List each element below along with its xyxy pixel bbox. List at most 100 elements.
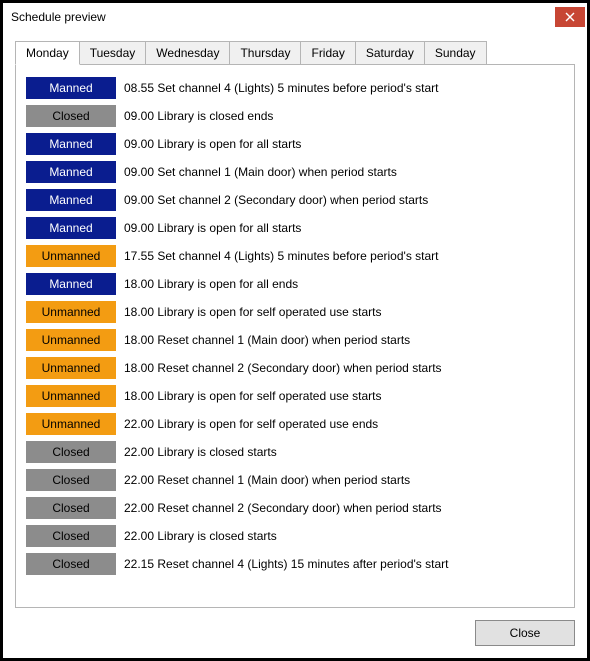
schedule-text: 22.00 Reset channel 1 (Main door) when p… (124, 473, 410, 487)
schedule-text: 18.00 Library is open for self operated … (124, 389, 382, 403)
status-badge: Unmanned (26, 329, 116, 351)
tab-saturday[interactable]: Saturday (355, 41, 425, 64)
status-badge: Closed (26, 441, 116, 463)
schedule-desc: Library is closed starts (157, 445, 276, 459)
schedule-row: Manned 08.55 Set channel 4 (Lights) 5 min… (26, 77, 564, 99)
window: Schedule preview MondayTuesdayWednesdayT… (0, 0, 590, 661)
schedule-text: 09.00 Library is open for all starts (124, 137, 301, 151)
schedule-desc: Set channel 4 (Lights) 5 minutes before … (157, 249, 438, 263)
schedule-time: 18.00 (124, 333, 154, 347)
schedule-desc: Set channel 4 (Lights) 5 minutes before … (157, 81, 438, 95)
content-area: MondayTuesdayWednesdayThursdayFridaySatu… (3, 31, 587, 620)
schedule-row: Manned 09.00 Set channel 1 (Main door) wh… (26, 161, 564, 183)
schedule-row: Unmanned 18.00 Library is open for self o… (26, 385, 564, 407)
status-badge: Closed (26, 553, 116, 575)
schedule-row: Closed 22.00 Library is closed starts (26, 525, 564, 547)
tab-sunday[interactable]: Sunday (424, 41, 487, 64)
schedule-row: Unmanned 17.55 Set channel 4 (Lights) 5 m… (26, 245, 564, 267)
status-badge: Closed (26, 105, 116, 127)
schedule-time: 18.00 (124, 389, 154, 403)
schedule-text: 09.00 Set channel 1 (Main door) when per… (124, 165, 397, 179)
schedule-row: Closed 22.15 Reset channel 4 (Lights) 15 … (26, 553, 564, 575)
tab-thursday[interactable]: Thursday (229, 41, 301, 64)
status-badge: Manned (26, 273, 116, 295)
schedule-row: Unmanned 18.00 Reset channel 2 (Secondary… (26, 357, 564, 379)
schedule-desc: Library is open for self operated use st… (157, 389, 381, 403)
status-badge: Unmanned (26, 245, 116, 267)
schedule-desc: Reset channel 1 (Main door) when period … (157, 333, 410, 347)
schedule-desc: Library is closed starts (157, 529, 276, 543)
schedule-desc: Library is open for all ends (157, 277, 298, 291)
schedule-text: 22.00 Library is open for self operated … (124, 417, 378, 431)
status-badge: Manned (26, 189, 116, 211)
schedule-time: 18.00 (124, 305, 154, 319)
schedule-row: Closed 22.00 Library is closed starts (26, 441, 564, 463)
schedule-text: 22.00 Reset channel 2 (Secondary door) w… (124, 501, 442, 515)
schedule-text: 08.55 Set channel 4 (Lights) 5 minutes b… (124, 81, 438, 95)
schedule-row: Closed 09.00 Library is closed ends (26, 105, 564, 127)
schedule-text: 17.55 Set channel 4 (Lights) 5 minutes b… (124, 249, 438, 263)
schedule-row: Unmanned 18.00 Library is open for self o… (26, 301, 564, 323)
schedule-time: 09.00 (124, 165, 154, 179)
status-badge: Unmanned (26, 301, 116, 323)
schedule-row: Unmanned 18.00 Reset channel 1 (Main door… (26, 329, 564, 351)
status-badge: Closed (26, 497, 116, 519)
status-badge: Manned (26, 133, 116, 155)
schedule-time: 22.15 (124, 557, 154, 571)
status-badge: Manned (26, 77, 116, 99)
schedule-desc: Reset channel 2 (Secondary door) when pe… (157, 501, 441, 515)
schedule-desc: Reset channel 4 (Lights) 15 minutes afte… (157, 557, 448, 571)
schedule-text: 09.00 Library is open for all starts (124, 221, 301, 235)
schedule-time: 17.55 (124, 249, 154, 263)
status-badge: Manned (26, 161, 116, 183)
titlebar: Schedule preview (3, 3, 587, 31)
schedule-desc: Set channel 1 (Main door) when period st… (157, 165, 396, 179)
schedule-row: Unmanned 22.00 Library is open for self o… (26, 413, 564, 435)
schedule-text: 18.00 Library is open for all ends (124, 277, 298, 291)
schedule-desc: Library is open for self operated use st… (157, 305, 381, 319)
window-title: Schedule preview (11, 10, 106, 24)
window-close-button[interactable] (555, 7, 585, 27)
schedule-time: 09.00 (124, 109, 154, 123)
schedule-row: Manned 09.00 Library is open for all star… (26, 217, 564, 239)
schedule-time: 22.00 (124, 473, 154, 487)
schedule-row: Closed 22.00 Reset channel 2 (Secondary d… (26, 497, 564, 519)
schedule-desc: Reset channel 2 (Secondary door) when pe… (157, 361, 441, 375)
schedule-desc: Reset channel 1 (Main door) when period … (157, 473, 410, 487)
schedule-text: 22.15 Reset channel 4 (Lights) 15 minute… (124, 557, 448, 571)
status-badge: Unmanned (26, 413, 116, 435)
schedule-text: 22.00 Library is closed starts (124, 529, 277, 543)
schedule-time: 09.00 (124, 221, 154, 235)
schedule-time: 09.00 (124, 137, 154, 151)
schedule-time: 22.00 (124, 445, 154, 459)
footer: Close (3, 620, 587, 658)
schedule-text: 18.00 Library is open for self operated … (124, 305, 382, 319)
status-badge: Manned (26, 217, 116, 239)
tab-friday[interactable]: Friday (300, 41, 355, 64)
schedule-time: 22.00 (124, 501, 154, 515)
status-badge: Unmanned (26, 385, 116, 407)
schedule-desc: Library is closed ends (157, 109, 273, 123)
close-button[interactable]: Close (475, 620, 575, 646)
schedule-desc: Set channel 2 (Secondary door) when peri… (157, 193, 428, 207)
tab-monday[interactable]: Monday (15, 41, 80, 65)
schedule-desc: Library is open for all starts (157, 221, 301, 235)
schedule-row: Manned 18.00 Library is open for all ends (26, 273, 564, 295)
schedule-time: 08.55 (124, 81, 154, 95)
day-tabs: MondayTuesdayWednesdayThursdayFridaySatu… (15, 41, 575, 64)
schedule-text: 18.00 Reset channel 2 (Secondary door) w… (124, 361, 442, 375)
schedule-text: 18.00 Reset channel 1 (Main door) when p… (124, 333, 410, 347)
status-badge: Unmanned (26, 357, 116, 379)
tab-wednesday[interactable]: Wednesday (145, 41, 230, 64)
schedule-desc: Library is open for self operated use en… (157, 417, 378, 431)
schedule-row: Closed 22.00 Reset channel 1 (Main door) … (26, 469, 564, 491)
tab-tuesday[interactable]: Tuesday (79, 41, 147, 64)
schedule-time: 18.00 (124, 277, 154, 291)
schedule-desc: Library is open for all starts (157, 137, 301, 151)
schedule-time: 09.00 (124, 193, 154, 207)
status-badge: Closed (26, 469, 116, 491)
schedule-row: Manned 09.00 Library is open for all star… (26, 133, 564, 155)
schedule-time: 22.00 (124, 417, 154, 431)
schedule-time: 18.00 (124, 361, 154, 375)
status-badge: Closed (26, 525, 116, 547)
